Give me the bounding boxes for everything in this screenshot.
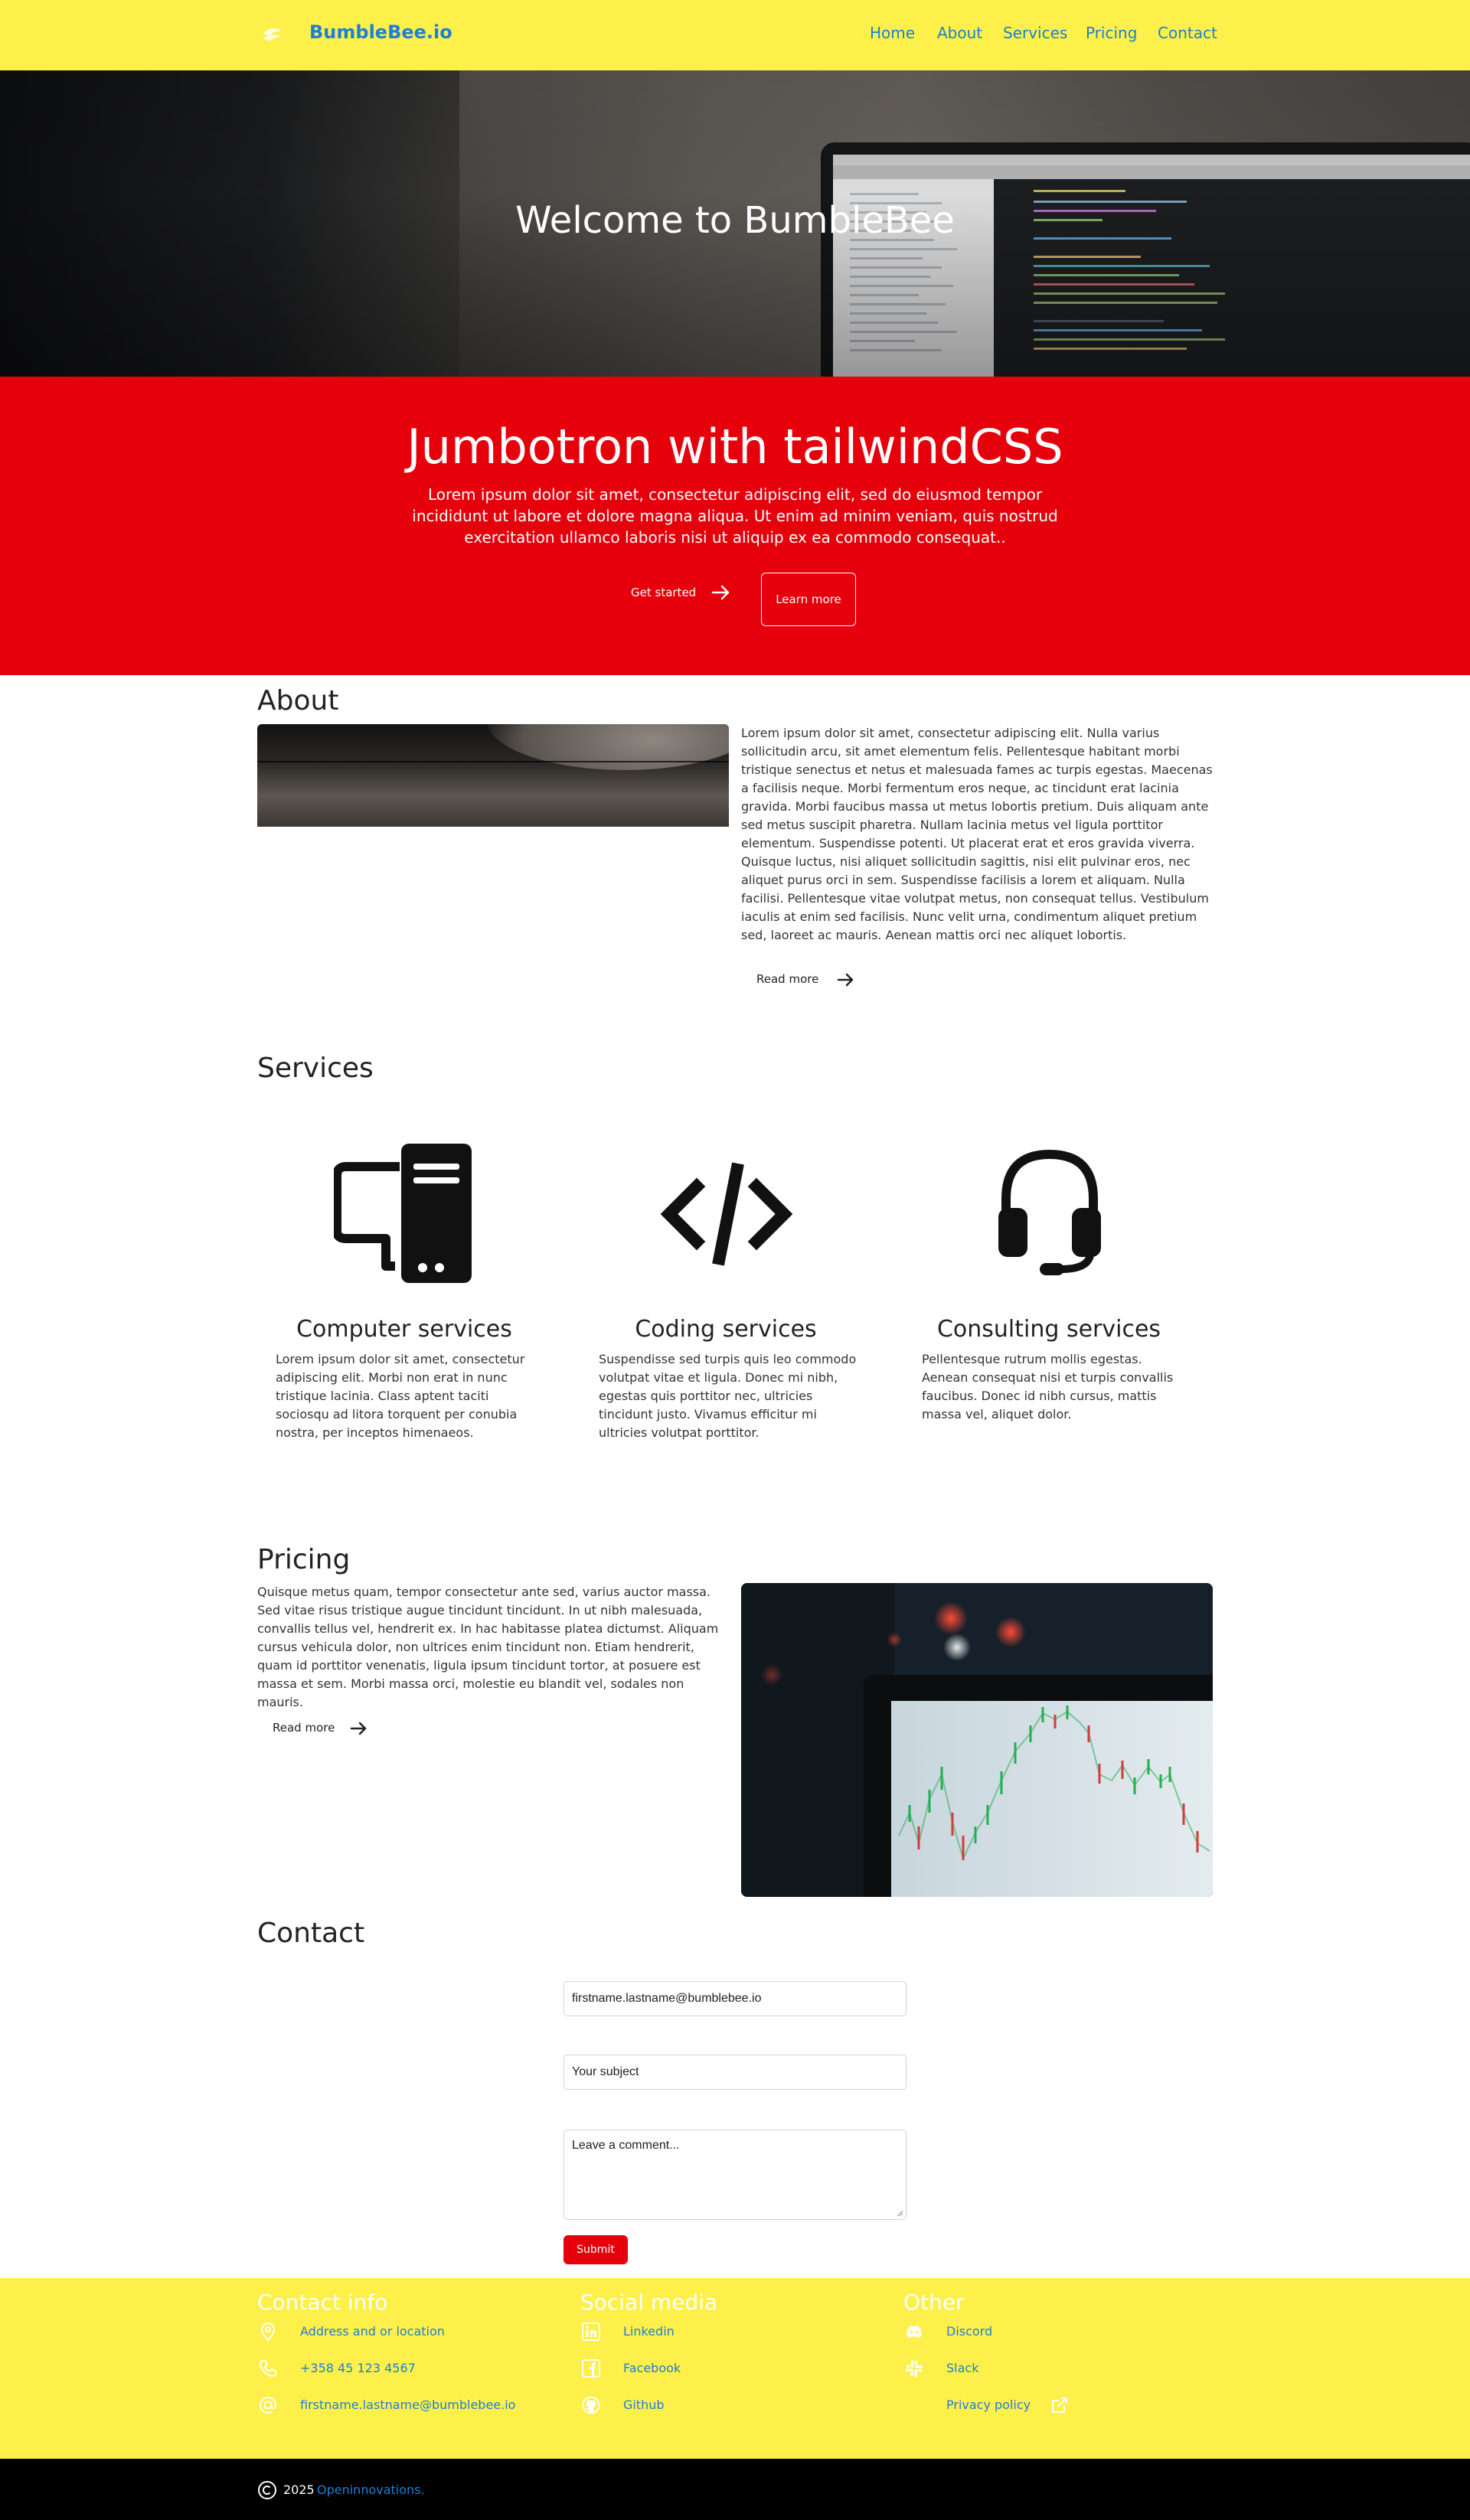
read-more-label: Read more	[756, 972, 819, 986]
phone-icon	[260, 2360, 276, 2377]
stock-chart-photo	[741, 1583, 1213, 1897]
footer-discord-link[interactable]: Discord	[903, 2321, 1057, 2342]
read-more-label: Read more	[273, 1721, 335, 1735]
get-started-button[interactable]: Get started	[619, 573, 735, 612]
brand-name[interactable]: BumbleBee.io	[309, 20, 452, 44]
service-text-computer: Lorem ipsum dolor sit amet, consectetur …	[276, 1352, 525, 1440]
contact-heading: Contact	[257, 1918, 365, 1949]
hero-title: Welcome to BumbleBee	[515, 199, 955, 242]
footer-phone-link[interactable]: +358 45 123 4567	[257, 2358, 487, 2379]
facebook-icon	[582, 2359, 600, 2378]
external-link-icon	[1052, 2398, 1067, 2413]
subject-field[interactable]: Your subject	[564, 2055, 906, 2090]
code-icon	[660, 1162, 793, 1266]
footer-email-link[interactable]: firstname.lastname@bumblebee.io	[257, 2394, 533, 2416]
footer-email-label: firstname.lastname@bumblebee.io	[300, 2398, 516, 2412]
footer-linkedin-link[interactable]: Linkedin	[580, 2321, 733, 2342]
nav-link-home[interactable]: Home	[870, 23, 915, 43]
footer-facebook-label: Facebook	[623, 2361, 681, 2375]
jumbotron-text: Lorem ipsum dolor sit amet, consectetur …	[412, 485, 1058, 547]
footer-phone-label: +358 45 123 4567	[300, 2361, 416, 2375]
about-heading: About	[257, 685, 339, 717]
footer-github-label: Github	[623, 2398, 665, 2412]
footer-linkedin-label: Linkedin	[623, 2324, 675, 2339]
about-read-more-button[interactable]: Read more	[741, 966, 864, 994]
footer-privacy-policy-label: Privacy policy	[946, 2398, 1031, 2412]
email-field[interactable]: firstname.lastname@bumblebee.io	[564, 1981, 906, 2016]
computer-icon	[334, 1144, 472, 1283]
copyright-company-link[interactable]: Openinnovations.	[317, 2482, 425, 2498]
footer: Contact info Social media Other Address …	[0, 2278, 1470, 2459]
service-text-coding: Suspendisse sed turpis quis leo commodo …	[599, 1352, 857, 1440]
arrow-right-icon	[711, 585, 730, 600]
footer-privacy-policy-link[interactable]: Privacy policy	[903, 2394, 1087, 2416]
discord-icon	[906, 2326, 922, 2339]
nav-link-about[interactable]: About	[937, 23, 982, 43]
service-title-coding: Coding services	[635, 1316, 817, 1343]
about-image-edge	[257, 761, 729, 762]
footer-heading-other: Other	[903, 2290, 965, 2315]
hero-banner: Welcome to BumbleBee	[0, 70, 1470, 377]
jumbotron: Jumbotron with tailwindCSS Lorem ipsum d…	[0, 377, 1470, 675]
about-image-shape	[487, 724, 729, 770]
location-pin-icon	[260, 2322, 276, 2342]
footer-address-link[interactable]: Address and or location	[257, 2321, 487, 2342]
about-text: Lorem ipsum dolor sit amet, consectetur …	[741, 726, 1213, 942]
copyright-year: 2025	[283, 2482, 315, 2497]
comment-textarea[interactable]: Leave a comment...	[564, 2130, 906, 2220]
service-text-consulting: Pellentesque rutrum mollis egestas. Aene…	[922, 1352, 1174, 1422]
at-sign-icon	[259, 2396, 277, 2414]
footer-github-link[interactable]: Github	[580, 2394, 733, 2416]
copyright-bar: 2025 Openinnovations.	[0, 2459, 1470, 2520]
about-image	[257, 724, 729, 827]
services-heading: Services	[257, 1053, 374, 1084]
jumbotron-title: Jumbotron with tailwindCSS	[407, 419, 1063, 475]
footer-slack-label: Slack	[946, 2361, 979, 2375]
top-navbar: BumbleBee.io Home About Services Pricing…	[0, 0, 1470, 70]
pricing-image	[741, 1583, 1213, 1897]
service-title-consulting: Consulting services	[936, 1316, 1161, 1343]
resize-handle-icon[interactable]	[896, 2209, 903, 2217]
headset-icon	[998, 1149, 1101, 1275]
footer-heading-contact-info: Contact info	[257, 2290, 388, 2315]
footer-facebook-link[interactable]: Facebook	[580, 2358, 733, 2379]
footer-heading-social-media: Social media	[580, 2290, 718, 2315]
service-title-computer: Computer services	[296, 1316, 512, 1343]
pricing-heading: Pricing	[257, 1544, 351, 1575]
pricing-text: Quisque metus quam, tempor consectetur a…	[257, 1585, 719, 1709]
github-icon	[582, 2396, 600, 2414]
nav-link-services[interactable]: Services	[1003, 23, 1067, 43]
arrow-right-icon	[350, 1722, 367, 1735]
pricing-read-more-button[interactable]: Read more	[257, 1715, 380, 1742]
footer-slack-link[interactable]: Slack	[903, 2358, 1057, 2379]
footer-address-label: Address and or location	[300, 2324, 445, 2339]
arrow-right-icon	[837, 973, 854, 987]
nav-link-pricing[interactable]: Pricing	[1086, 23, 1137, 43]
slack-icon	[906, 2360, 923, 2377]
submit-button[interactable]: Submit	[564, 2235, 628, 2264]
learn-more-button[interactable]: Learn more	[761, 573, 856, 626]
get-started-label: Get started	[631, 586, 697, 599]
comment-placeholder: Leave a comment...	[572, 2139, 680, 2152]
brand-logo-icon[interactable]	[257, 20, 288, 51]
copyright-icon	[258, 2481, 276, 2499]
footer-discord-label: Discord	[946, 2324, 993, 2339]
linkedin-icon	[582, 2323, 600, 2341]
nav-link-contact[interactable]: Contact	[1158, 23, 1217, 43]
